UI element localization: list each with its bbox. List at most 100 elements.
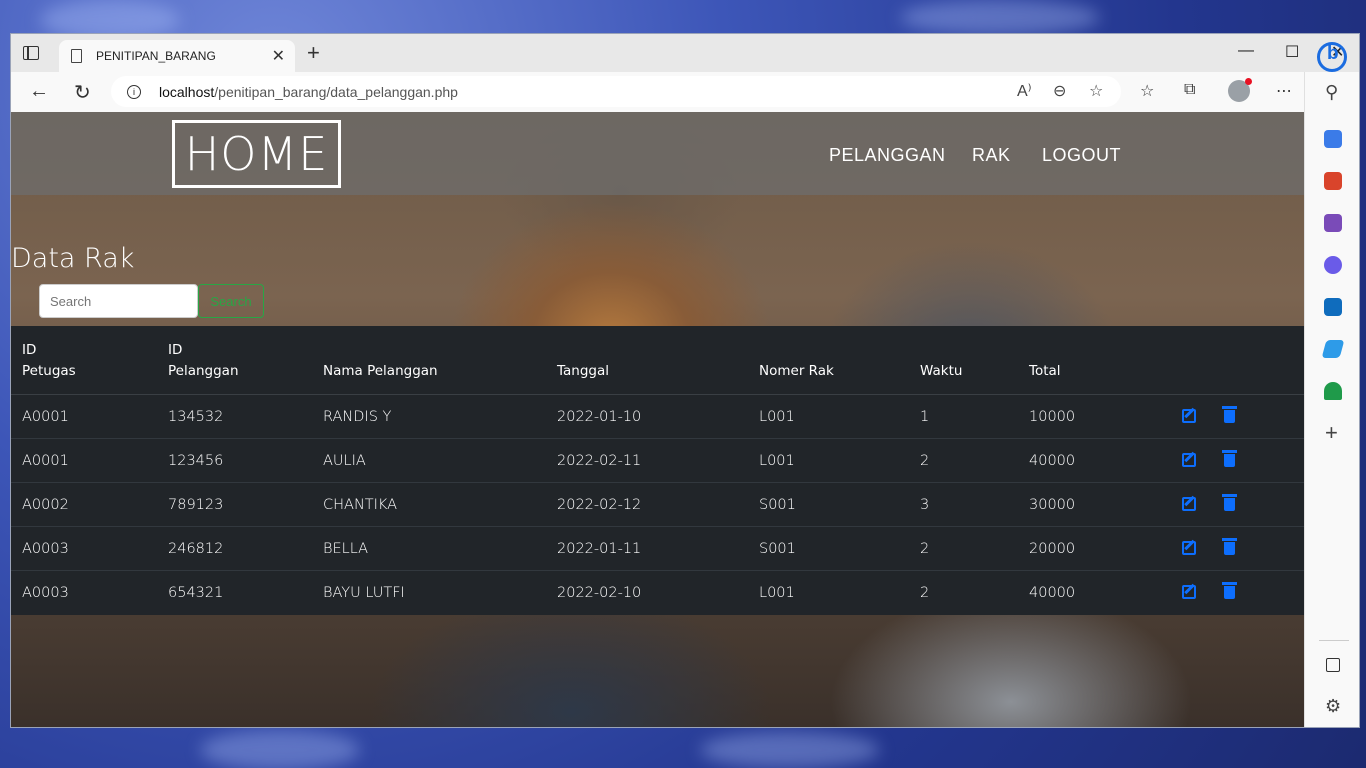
table-header-row: ID Petugas ID Pelanggan Nama Pelanggan Tan… (11, 326, 1304, 395)
home-brand-link[interactable]: HOME (172, 120, 341, 188)
cell-nama: AULIA (312, 438, 546, 483)
cell-tanggal: 2022-01-11 (546, 526, 748, 571)
cell-waktu: 2 (909, 438, 1018, 483)
zoom-out-icon[interactable]: ⊖ (1053, 81, 1066, 101)
table-row: A0002 789123 CHANTIKA 2022-02-12 S001 3 … (11, 482, 1304, 527)
url-path: /penitipan_barang/data_pelanggan.php (214, 83, 458, 100)
cell-tanggal: 2022-01-10 (546, 394, 748, 439)
cell-total: 30000 (1018, 482, 1163, 527)
delete-icon[interactable] (1222, 582, 1237, 600)
cell-nomer-rak: S001 (748, 482, 909, 527)
back-icon[interactable]: ← (29, 80, 49, 103)
page-viewport: HOME PELANGGAN RAK LOGOUT Data Rak Searc… (11, 112, 1304, 727)
cell-total: 40000 (1018, 438, 1163, 483)
cell-id-petugas: A0003 (11, 526, 157, 571)
cell-id-pelanggan: 134532 (157, 394, 312, 439)
page-title: Data Rak (11, 243, 135, 274)
more-icon[interactable]: ⋯ (1276, 81, 1292, 101)
cell-id-pelanggan: 123456 (157, 438, 312, 483)
cell-id-petugas: A0002 (11, 482, 157, 527)
edit-icon[interactable] (1182, 409, 1196, 423)
collections-icon[interactable]: ⧉ (1184, 81, 1195, 99)
add-sidebar-app-icon[interactable]: + (1325, 420, 1338, 446)
close-tab-icon[interactable]: ✕ (272, 46, 285, 66)
send-icon[interactable] (1321, 340, 1345, 358)
favorites-icon[interactable]: ☆ (1140, 81, 1154, 101)
minimize-icon[interactable]: — (1238, 42, 1254, 60)
delete-icon[interactable] (1222, 538, 1237, 555)
data-table: ID Petugas ID Pelanggan Nama Pelanggan Tan… (11, 326, 1304, 615)
outlook-icon[interactable] (1324, 298, 1342, 316)
cell-nama: BELLA (312, 526, 546, 571)
header-tanggal: Tanggal (546, 326, 748, 395)
cell-nama: BAYU LUTFI (323, 584, 405, 601)
office-icon[interactable] (1324, 256, 1342, 274)
cell-waktu: 3 (909, 482, 1018, 527)
header-id-petugas: ID Petugas (11, 326, 157, 395)
read-aloud-icon[interactable]: A⁾ (1017, 81, 1032, 101)
url-host: localhost (159, 83, 215, 100)
edit-icon[interactable] (1182, 453, 1196, 467)
nav-rak-link[interactable]: RAK (972, 145, 1011, 166)
nav-pelanggan-link[interactable]: PELANGGAN (829, 145, 946, 166)
add-favorite-icon[interactable]: ☆ (1089, 81, 1103, 101)
cell-tanggal: 2022-02-10 (557, 584, 642, 601)
cell-actions (1163, 394, 1304, 439)
cell-id-petugas: A0001 (11, 394, 157, 439)
cell-nomer-rak: S001 (748, 526, 909, 571)
browser-window: PENITIPAN_BARANG ✕ + — ☐ ✕ ← ↻ i localho… (10, 33, 1360, 728)
header-nomer-rak: Nomer Rak (748, 326, 909, 395)
cell-total: 10000 (1018, 394, 1163, 439)
edit-icon[interactable] (1182, 541, 1196, 555)
cell-nomer-rak: L001 (748, 438, 909, 483)
cell-id-pelanggan: 789123 (157, 482, 312, 527)
refresh-icon[interactable]: ↻ (74, 80, 91, 105)
tab-title: PENITIPAN_BARANG (96, 49, 216, 63)
browser-tab[interactable]: PENITIPAN_BARANG ✕ (59, 40, 295, 72)
shopping-tag-icon[interactable] (1324, 130, 1342, 148)
header-actions (1163, 326, 1304, 395)
cell-tanggal: 2022-02-11 (546, 438, 748, 483)
tree-icon[interactable] (1324, 382, 1342, 400)
cell-actions (1163, 571, 1304, 615)
cell-total: 40000 (1029, 584, 1076, 601)
table-row: A0003 246812 BELLA 2022-01-11 S001 2 200… (11, 526, 1304, 571)
search-button[interactable]: Search (198, 284, 264, 318)
sidebar-divider (1319, 640, 1349, 641)
edit-icon[interactable] (1182, 497, 1196, 511)
browser-toolbar: ← ↻ i localhost/penitipan_barang/data_pe… (11, 72, 1359, 112)
new-tab-icon[interactable]: + (307, 42, 320, 64)
cell-tanggal: 2022-02-12 (546, 482, 748, 527)
split-screen-icon[interactable] (1326, 658, 1340, 672)
maximize-icon[interactable]: ☐ (1285, 42, 1299, 62)
tools-icon[interactable] (1324, 172, 1342, 190)
cell-total: 20000 (1018, 526, 1163, 571)
nav-logout-link[interactable]: LOGOUT (1042, 145, 1121, 166)
profile-avatar[interactable] (1228, 78, 1252, 102)
edit-icon[interactable] (1182, 585, 1196, 600)
header-waktu: Waktu (909, 326, 1018, 395)
edge-sidebar: ⚲ + ⚙ (1304, 42, 1359, 727)
cell-actions (1163, 526, 1304, 571)
tab-actions-icon[interactable] (23, 46, 39, 60)
games-icon[interactable] (1324, 214, 1342, 232)
cell-waktu: 1 (909, 394, 1018, 439)
cell-nama: RANDIS Y (312, 394, 546, 439)
cell-actions (1163, 438, 1304, 483)
cell-id-petugas: A0001 (11, 438, 157, 483)
search-input[interactable] (39, 284, 198, 318)
info-icon[interactable]: i (127, 84, 141, 99)
settings-gear-icon[interactable]: ⚙ (1325, 696, 1341, 717)
cell-id-pelanggan: 246812 (157, 526, 312, 571)
search-icon[interactable]: ⚲ (1325, 82, 1338, 103)
cell-id-pelanggan: 654321 (168, 584, 224, 601)
header-total: Total (1018, 326, 1163, 395)
bing-chat-icon[interactable] (1317, 42, 1347, 72)
delete-icon[interactable] (1222, 450, 1237, 467)
address-bar[interactable]: i localhost/penitipan_barang/data_pelang… (111, 76, 1121, 107)
cell-waktu: 2 (920, 584, 930, 601)
cell-actions (1163, 482, 1304, 527)
page-icon (71, 49, 82, 63)
delete-icon[interactable] (1222, 494, 1237, 511)
delete-icon[interactable] (1222, 406, 1237, 423)
